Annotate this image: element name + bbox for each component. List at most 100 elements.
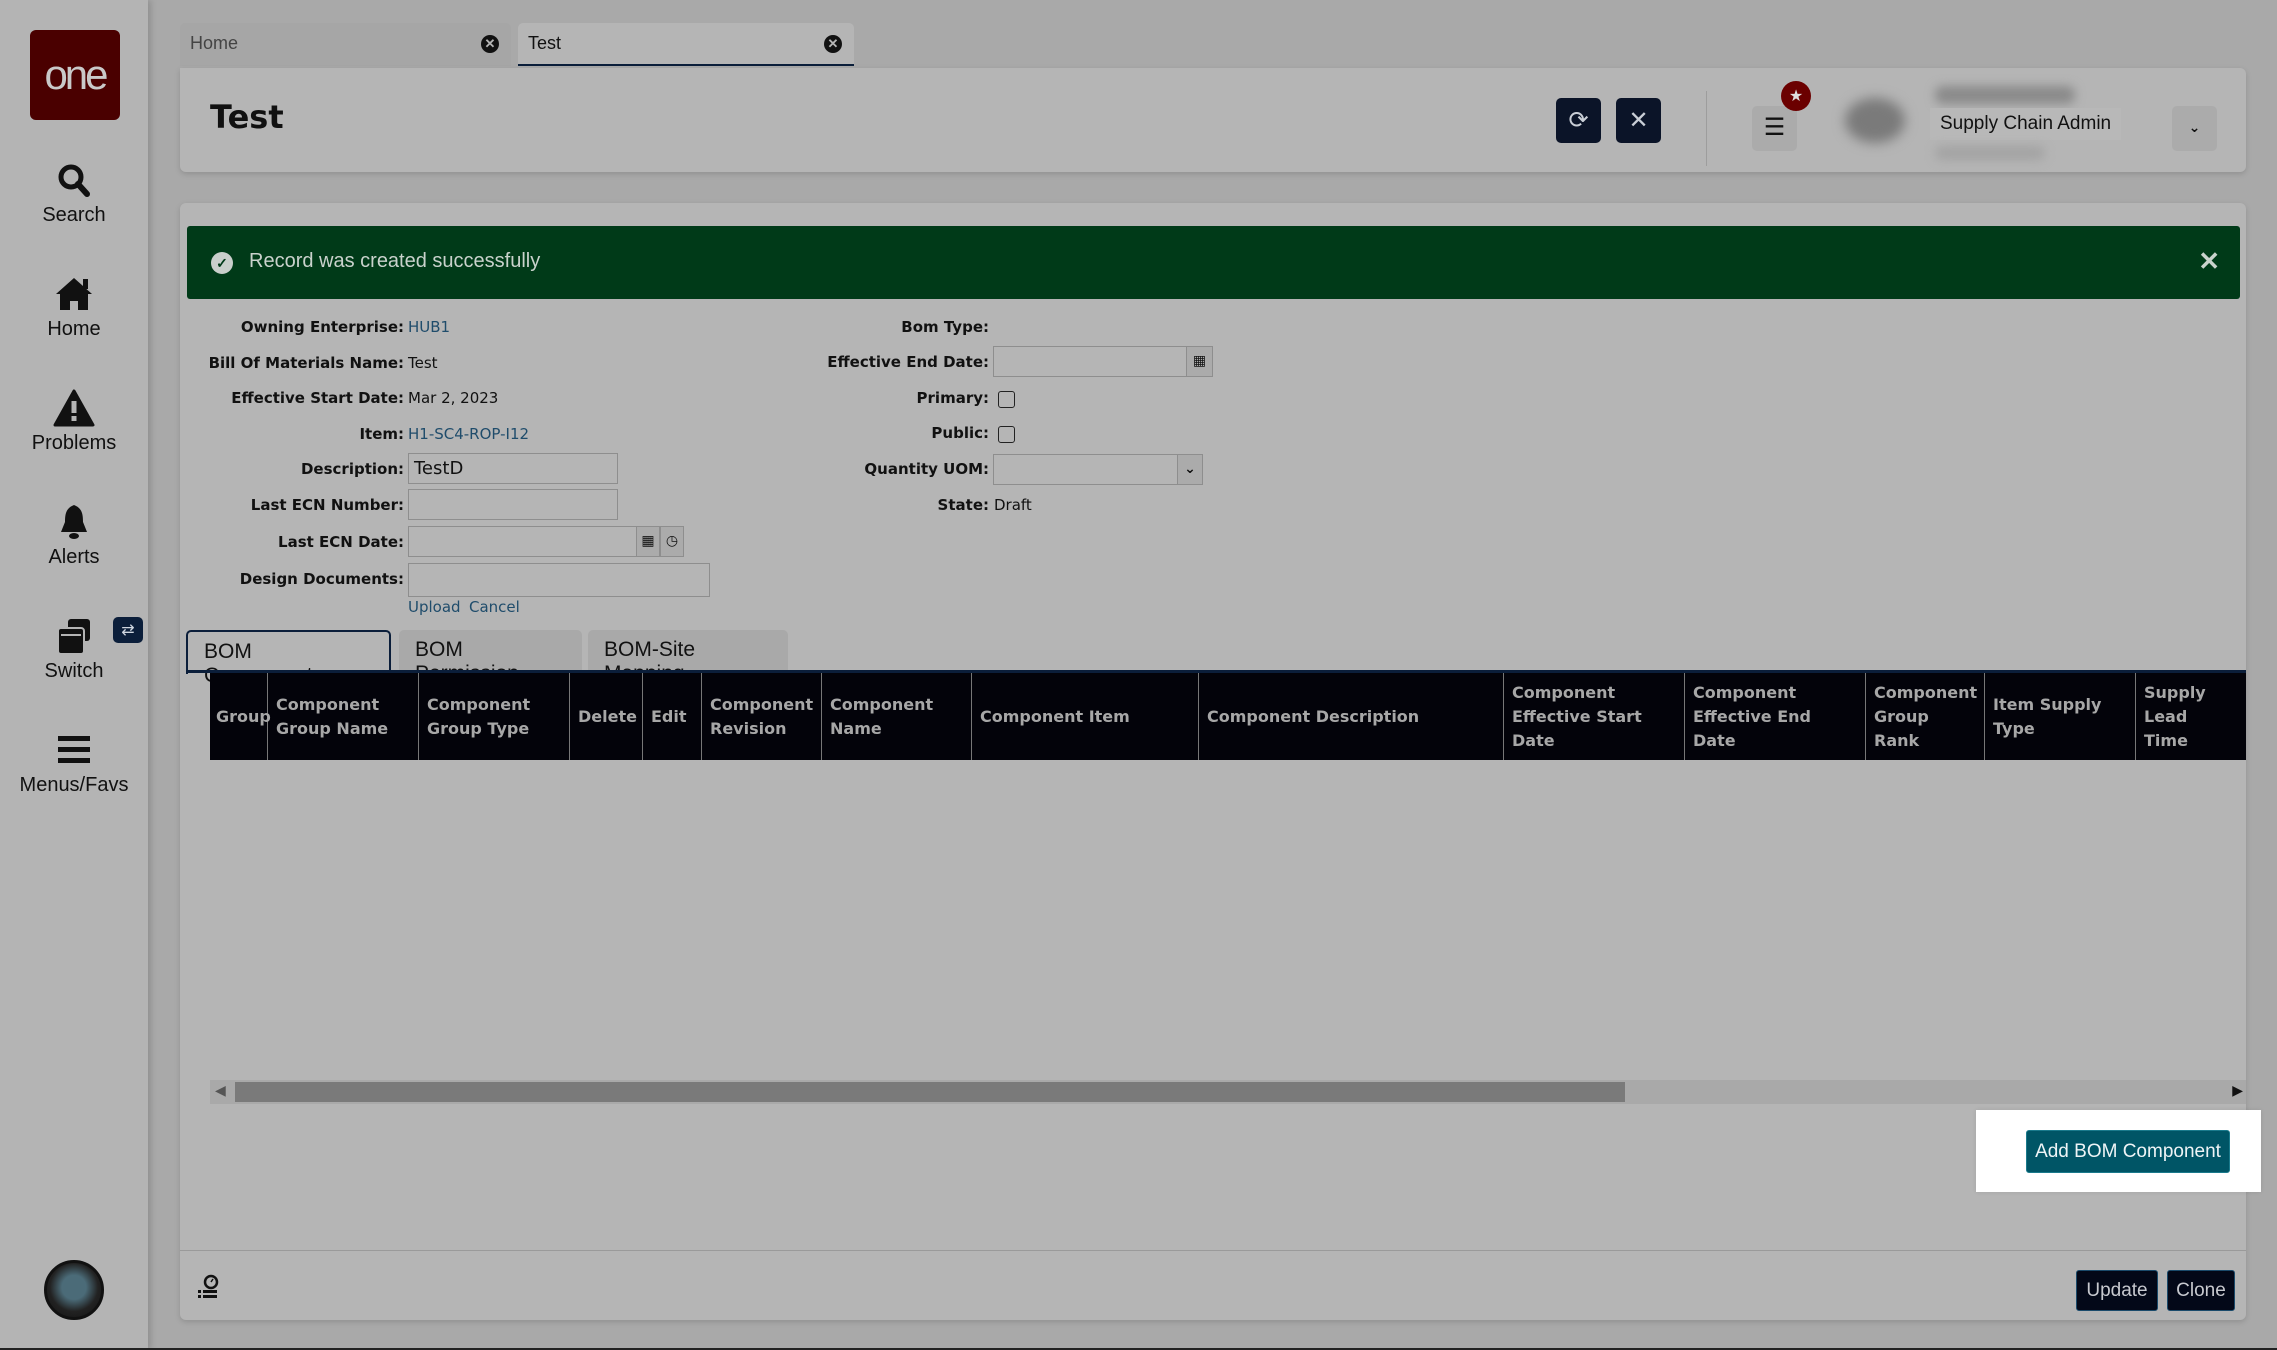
bell-icon xyxy=(61,505,87,539)
tab-close-icon[interactable]: ✕ xyxy=(824,35,842,53)
column-header-edit[interactable]: Edit xyxy=(643,673,702,760)
close-button[interactable]: ✕ xyxy=(1616,98,1661,143)
field-design-documents: Design Documents: xyxy=(180,564,404,594)
public-checkbox[interactable] xyxy=(998,426,1015,443)
design-documents-input[interactable] xyxy=(408,563,710,597)
last-ecn-date-input[interactable] xyxy=(408,526,638,557)
column-header-component-group-rank[interactable]: Component Group Rank xyxy=(1866,673,1985,760)
column-header-component-effective-start-date[interactable]: Component Effective Start Date xyxy=(1504,673,1685,760)
cancel-link[interactable]: Cancel xyxy=(469,598,520,616)
clock-icon[interactable]: ◷ xyxy=(660,526,684,557)
sidebar-item-label: Search xyxy=(42,204,106,226)
user-name-blurred xyxy=(1935,86,2075,104)
effective-end-date-input[interactable] xyxy=(993,346,1187,377)
clone-button[interactable]: Clone xyxy=(2167,1270,2235,1311)
scroll-right-arrow-icon[interactable]: ▶ xyxy=(2232,1083,2243,1099)
search-icon xyxy=(58,164,90,197)
bom-name-value: Test xyxy=(408,354,438,372)
sidebar-item-label: Switch xyxy=(44,660,104,682)
logo-text: one xyxy=(44,51,108,98)
user-photo xyxy=(1845,98,1905,143)
user-avatar[interactable] xyxy=(44,1260,104,1320)
tab-bom-permission[interactable]: BOM Permission xyxy=(399,630,582,685)
success-banner: ✓ Record was created successfully ✕ xyxy=(187,226,2240,299)
owning-enterprise-link[interactable]: HUB1 xyxy=(408,318,450,336)
warning-icon xyxy=(53,389,95,427)
field-state: State: xyxy=(780,490,989,520)
sidebar-item-problems[interactable]: Problems xyxy=(0,388,148,455)
column-header-item-supply-type[interactable]: Item Supply Type xyxy=(1985,673,2136,760)
banner-close-icon[interactable]: ✕ xyxy=(2198,246,2220,277)
field-public: Public: xyxy=(780,418,989,448)
scrollbar-thumb[interactable] xyxy=(235,1082,1625,1102)
column-header-component-item[interactable]: Component Item xyxy=(972,673,1199,760)
field-label: Primary: xyxy=(916,389,989,407)
quantity-uom-select[interactable] xyxy=(993,454,1203,485)
field-effective-end: Effective End Date: xyxy=(780,347,989,377)
refresh-icon: ⟳ xyxy=(1568,106,1589,134)
star-icon[interactable]: ★ xyxy=(1781,81,1811,111)
tab-home[interactable]: Home ✕ xyxy=(180,23,511,66)
column-header-component-effective-end-date[interactable]: Component Effective End Date xyxy=(1685,673,1866,760)
chevron-down-icon[interactable]: ⌄ xyxy=(1177,454,1203,485)
last-ecn-number-input[interactable] xyxy=(408,489,618,520)
sidebar-item-alerts[interactable]: Alerts xyxy=(0,502,148,569)
menu-button[interactable]: ☰ xyxy=(1752,106,1797,151)
sidebar-item-menus-favs[interactable]: Menus/Favs xyxy=(0,730,148,797)
bom-components-table-header: Group Component Group Name Component Gro… xyxy=(210,673,2246,760)
user-dropdown-button[interactable]: ⌄ xyxy=(2172,106,2217,151)
tab-label: Test xyxy=(528,33,562,53)
location-list-icon[interactable] xyxy=(195,1273,221,1299)
scroll-left-arrow-icon[interactable]: ◀ xyxy=(215,1083,226,1099)
column-header-component-revision[interactable]: Component Revision xyxy=(702,673,822,760)
upload-link[interactable]: Upload xyxy=(408,598,461,616)
refresh-button[interactable]: ⟳ xyxy=(1556,98,1601,143)
field-label: Bill Of Materials Name: xyxy=(208,354,404,372)
add-bom-component-button[interactable]: Add BOM Component xyxy=(2026,1130,2230,1173)
field-bom-name: Bill Of Materials Name: xyxy=(180,348,404,378)
column-header-component-group-type[interactable]: Component Group Type xyxy=(419,673,570,760)
column-header-group[interactable]: Group xyxy=(210,673,271,760)
menu-icon: ☰ xyxy=(1763,113,1786,141)
column-header-delete[interactable]: Delete xyxy=(570,673,643,760)
column-header-component-group-name[interactable]: Component Group Name xyxy=(268,673,419,760)
sidebar-item-label: Home xyxy=(47,318,101,340)
bom-components-table-body xyxy=(210,760,2246,1078)
calendar-icon[interactable]: ▦ xyxy=(636,526,660,557)
item-link[interactable]: H1-SC4-ROP-I12 xyxy=(408,425,529,443)
app-logo[interactable]: one xyxy=(30,30,120,120)
sidebar-item-search[interactable]: Search xyxy=(0,160,148,227)
calendar-icon[interactable]: ▦ xyxy=(1186,346,1213,377)
field-owning-enterprise: Owning Enterprise: xyxy=(180,312,404,342)
tab-bom-components[interactable]: BOM Components xyxy=(186,630,391,687)
field-label: Design Documents: xyxy=(239,570,404,588)
column-header-supply-lead-time[interactable]: Supply Lead Time xyxy=(2136,673,2246,760)
sidebar-item-home[interactable]: Home xyxy=(0,274,148,341)
divider xyxy=(1706,91,1707,166)
tab-test[interactable]: Test ✕ xyxy=(518,23,854,66)
field-effective-start: Effective Start Date: xyxy=(180,383,404,413)
sidebar-item-label: Problems xyxy=(31,432,117,454)
tab-bom-site-mapping[interactable]: BOM-Site Mapping xyxy=(588,630,788,685)
update-button[interactable]: Update xyxy=(2076,1270,2158,1311)
user-org-blurred xyxy=(1935,146,2045,160)
horizontal-scrollbar[interactable]: ◀ ▶ xyxy=(210,1080,2246,1104)
user-role: Supply Chain Admin xyxy=(1930,108,2122,140)
field-primary: Primary: xyxy=(780,383,989,413)
tab-label: Home xyxy=(190,33,239,53)
field-label: Bom Type: xyxy=(901,318,989,336)
description-input[interactable]: TestD xyxy=(408,453,618,484)
sidebar-item-label: Alerts xyxy=(48,546,100,568)
column-header-component-description[interactable]: Component Description xyxy=(1199,673,1504,760)
swap-arrows-icon[interactable]: ⇄ xyxy=(113,617,143,643)
column-header-component-name[interactable]: Component Name xyxy=(822,673,972,760)
field-quantity-uom: Quantity UOM: xyxy=(780,454,989,484)
sidebar: one Search Home Problems Alerts Switch ⇄… xyxy=(0,0,148,1350)
primary-checkbox[interactable] xyxy=(998,391,1015,408)
footer-divider xyxy=(180,1250,2246,1251)
field-label: Effective Start Date: xyxy=(231,389,404,407)
sidebar-item-label: Menus/Favs xyxy=(19,774,129,796)
tab-close-icon[interactable]: ✕ xyxy=(481,35,499,53)
state-value: Draft xyxy=(994,496,1032,514)
field-bom-type: Bom Type: xyxy=(780,312,989,342)
